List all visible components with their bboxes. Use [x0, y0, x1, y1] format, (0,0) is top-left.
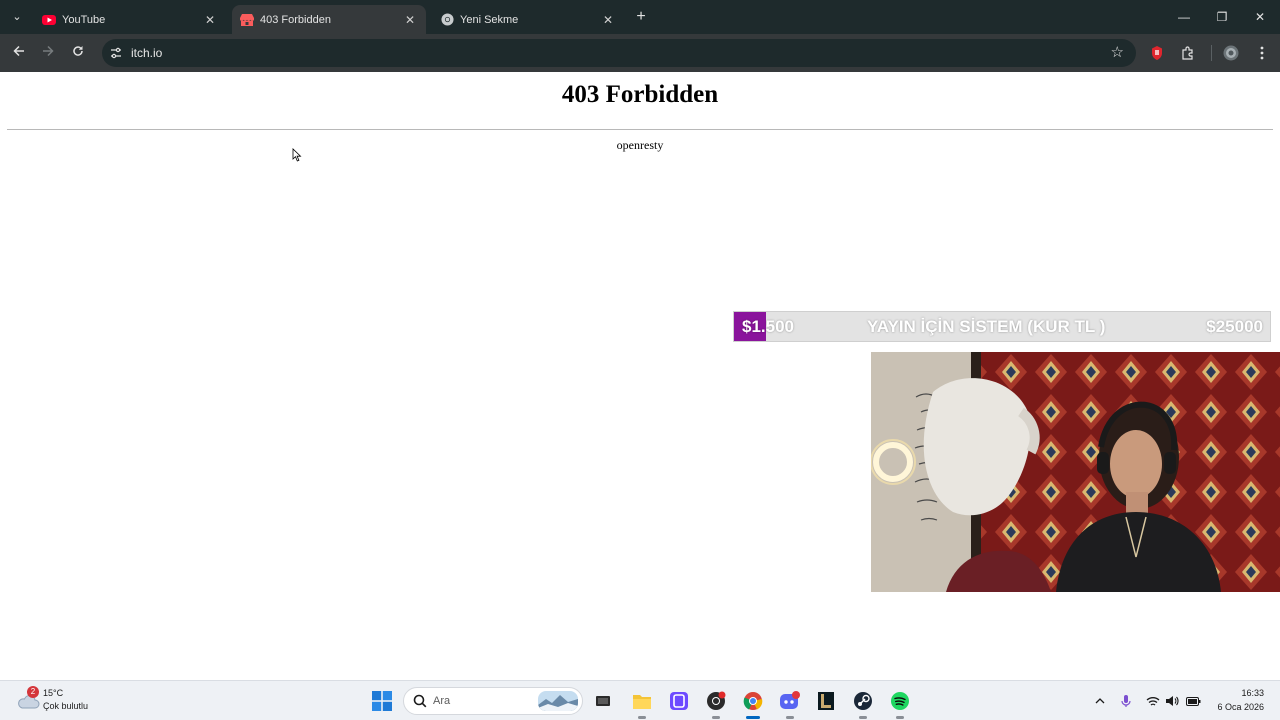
- windows-taskbar: 2 15°C Çok bulutlu Ara 16:33 6 Oca 2026: [0, 680, 1280, 720]
- back-button[interactable]: [8, 42, 30, 64]
- chrome-dev-button[interactable]: [704, 689, 728, 719]
- arrow-right-icon: [43, 45, 54, 57]
- page-content: 403 Forbidden openresty $1.500 YAYIN İÇİ…: [0, 72, 1280, 680]
- weather-temperature[interactable]: 15°C: [43, 688, 63, 698]
- profile-avatar-icon[interactable]: [1221, 43, 1241, 63]
- running-indicator: [896, 716, 904, 719]
- file-explorer-button[interactable]: [630, 689, 654, 719]
- address-bar[interactable]: itch.io ☆: [102, 39, 1136, 67]
- battery-icon[interactable]: [1185, 693, 1201, 709]
- search-placeholder: Ara: [433, 695, 451, 707]
- task-view-button[interactable]: [591, 689, 615, 713]
- task-view-icon: [596, 696, 610, 706]
- itch-icon: [240, 13, 254, 27]
- chevron-up-icon[interactable]: [1092, 693, 1108, 709]
- clock-date[interactable]: 6 Oca 2026: [1204, 702, 1264, 712]
- league-button[interactable]: [814, 689, 838, 713]
- close-tab-button[interactable]: ✕: [402, 12, 418, 28]
- new-tab-button[interactable]: +: [631, 8, 651, 28]
- discord-icon: [780, 691, 800, 709]
- chrome-icon: [743, 692, 763, 710]
- extension-red-icon[interactable]: [1147, 43, 1167, 63]
- donation-current-amount: $1.500: [742, 317, 794, 336]
- arrow-left-icon: [13, 45, 24, 57]
- browser-menu-icon[interactable]: [1252, 43, 1272, 63]
- running-indicator: [786, 716, 794, 719]
- steam-icon: [854, 692, 872, 710]
- speaker-icon[interactable]: [1164, 693, 1180, 709]
- tab-title: YouTube: [62, 13, 106, 26]
- spotify-icon: [891, 692, 909, 710]
- weather-notification-badge: 2: [27, 686, 39, 698]
- browser-toolbar: itch.io ☆: [0, 34, 1280, 72]
- browser-tab-bar: ⌄ YouTube ✕ 403 Forbidden ✕ Yeni Sekme ✕…: [0, 0, 1280, 34]
- divider: [7, 129, 1273, 130]
- taskbar-search-box[interactable]: Ara: [403, 687, 583, 715]
- chrome-dev-icon: [707, 691, 726, 710]
- youtube-icon: [42, 13, 56, 27]
- donation-goal-amount: $25000: [1206, 317, 1263, 336]
- site-info-icon[interactable]: [109, 46, 123, 60]
- search-icon: [413, 694, 427, 708]
- tab-title: Yeni Sekme: [460, 13, 519, 26]
- spotify-button[interactable]: [888, 689, 912, 719]
- close-window-button[interactable]: ✕: [1242, 6, 1278, 28]
- chrome-icon: [440, 13, 454, 27]
- reload-icon: [73, 46, 83, 56]
- chrome-button[interactable]: [741, 689, 765, 719]
- active-indicator: [746, 716, 760, 719]
- webcam-image: [871, 352, 1280, 592]
- address-bar-url: itch.io: [131, 46, 163, 60]
- tab-title: 403 Forbidden: [260, 13, 331, 26]
- running-indicator: [859, 716, 867, 719]
- page-title: 403 Forbidden: [561, 81, 719, 108]
- tab-search-button[interactable]: ⌄: [6, 6, 28, 28]
- mouse-cursor-icon: [292, 148, 302, 162]
- running-indicator: [712, 716, 720, 719]
- close-tab-button[interactable]: ✕: [600, 12, 616, 28]
- server-name: openresty: [616, 138, 664, 152]
- clock-time[interactable]: 16:33: [1226, 688, 1264, 698]
- donation-goal-title: YAYIN İÇİN SİSTEM (KUR TL ): [867, 317, 1106, 336]
- proton-app-button[interactable]: [667, 689, 691, 713]
- windows-start-icon[interactable]: [372, 691, 392, 711]
- minimize-button[interactable]: —: [1166, 6, 1202, 28]
- steam-button[interactable]: [851, 689, 875, 719]
- reload-button[interactable]: [67, 42, 89, 64]
- wifi-icon[interactable]: [1145, 693, 1161, 709]
- tab-403-forbidden[interactable]: 403 Forbidden ✕: [232, 5, 426, 34]
- bookmark-star-icon[interactable]: ☆: [1111, 43, 1124, 61]
- maximize-button[interactable]: ❐: [1204, 6, 1240, 28]
- forward-button[interactable]: [37, 42, 59, 64]
- donation-goal-bar: $1.500 YAYIN İÇİN SİSTEM (KUR TL ) $2500…: [733, 311, 1271, 342]
- weather-description[interactable]: Çok bulutlu: [43, 701, 88, 711]
- search-highlight-icon: [538, 691, 578, 711]
- league-icon: [818, 692, 834, 710]
- proton-icon: [670, 692, 688, 710]
- webcam-overlay: [871, 352, 1280, 592]
- tab-yeni-sekme[interactable]: Yeni Sekme ✕: [432, 5, 624, 34]
- close-tab-button[interactable]: ✕: [202, 12, 218, 28]
- discord-button[interactable]: [778, 689, 802, 719]
- toolbar-divider: [1211, 45, 1212, 61]
- file-explorer-icon: [633, 695, 651, 709]
- tab-youtube[interactable]: YouTube ✕: [34, 5, 226, 34]
- extensions-puzzle-icon[interactable]: [1178, 43, 1198, 63]
- microphone-icon[interactable]: [1118, 693, 1134, 709]
- running-indicator: [638, 716, 646, 719]
